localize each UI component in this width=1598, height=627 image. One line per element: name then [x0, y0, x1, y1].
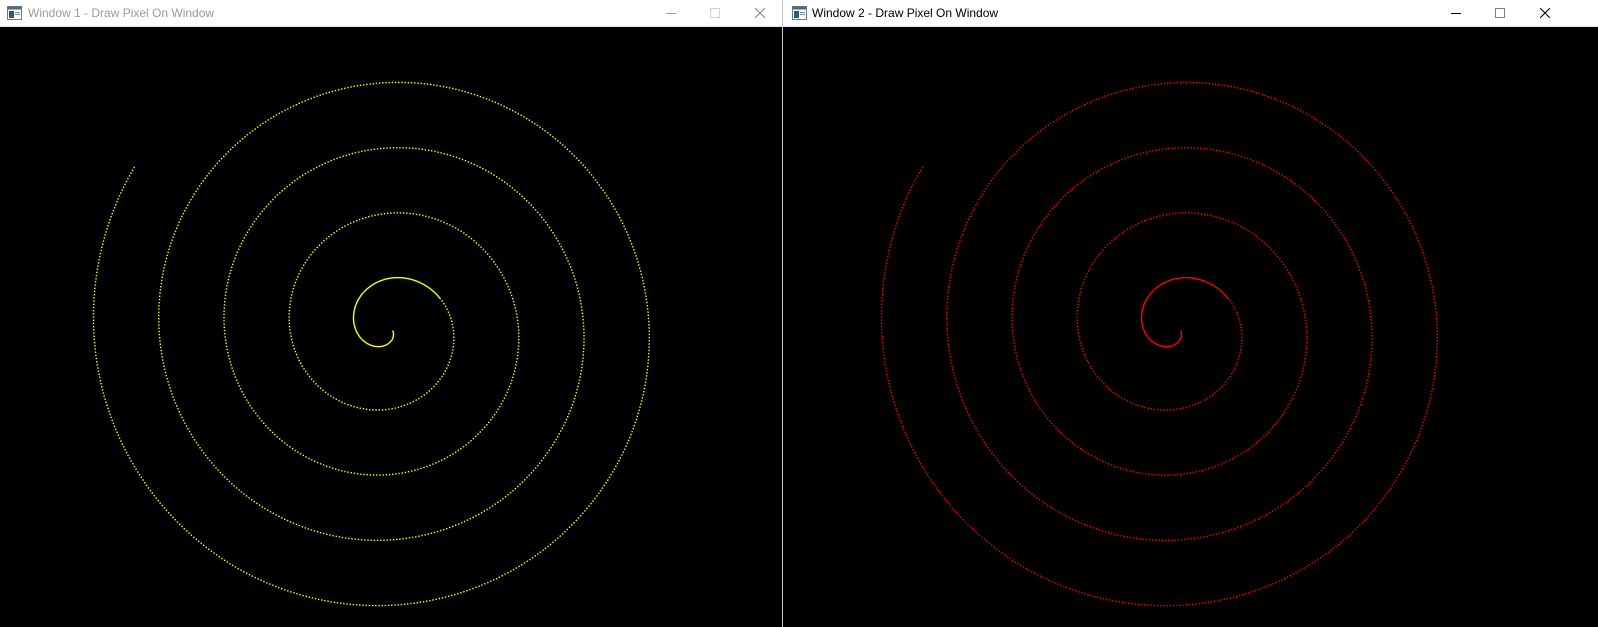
- maximize-icon: [710, 8, 720, 18]
- window-1-titlebar[interactable]: Window 1 - Draw Pixel On Window: [0, 0, 782, 27]
- app-icon: [792, 6, 807, 20]
- close-icon: [1540, 8, 1550, 18]
- window-title: Window 2 - Draw Pixel On Window: [812, 6, 999, 20]
- minimize-icon: [1451, 13, 1461, 14]
- window-2-client-area[interactable]: [783, 27, 1598, 627]
- minimize-icon: [666, 13, 676, 14]
- spiral-pixels: [92, 81, 650, 607]
- window-1[interactable]: Window 1 - Draw Pixel On Window: [0, 0, 782, 627]
- maximize-button[interactable]: [693, 0, 737, 26]
- app-icon: [7, 6, 22, 20]
- spiral-drawing: [92, 81, 650, 607]
- window-2-titlebar[interactable]: Window 2 - Draw Pixel On Window: [783, 0, 1598, 27]
- spiral-drawing: [880, 81, 1438, 607]
- window-title: Window 1 - Draw Pixel On Window: [28, 6, 215, 20]
- maximize-button[interactable]: [1478, 0, 1522, 26]
- close-icon: [755, 8, 765, 18]
- maximize-icon: [1495, 8, 1505, 18]
- minimize-button[interactable]: [649, 0, 693, 26]
- close-button[interactable]: [1523, 0, 1567, 26]
- window-1-client-area[interactable]: [0, 27, 782, 627]
- minimize-button[interactable]: [1434, 0, 1478, 26]
- spiral-pixels: [880, 81, 1438, 607]
- close-button[interactable]: [738, 0, 782, 26]
- window-2[interactable]: Window 2 - Draw Pixel On Window: [783, 0, 1598, 627]
